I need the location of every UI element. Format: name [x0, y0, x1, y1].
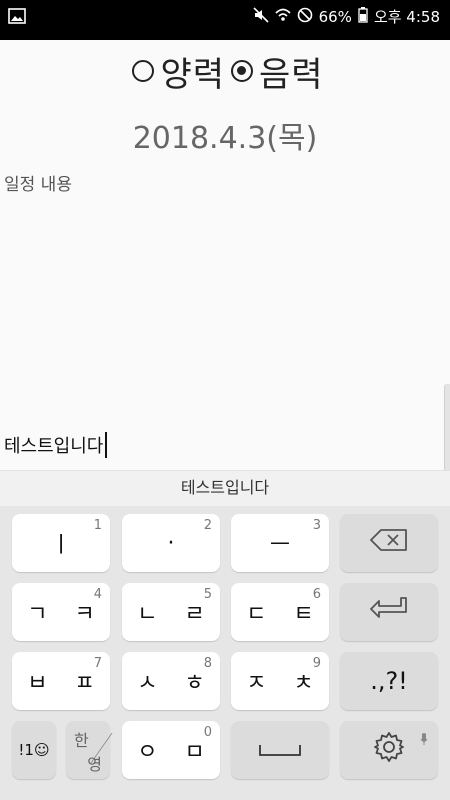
- key-dot[interactable]: · 2: [122, 514, 220, 572]
- key-number: 2: [203, 518, 212, 533]
- solar-option[interactable]: 양력: [126, 47, 225, 96]
- date-display[interactable]: 2018.4.3(목): [0, 113, 450, 157]
- key-b-p[interactable]: ㅂ ㅍ 7: [12, 652, 110, 710]
- key-number: 0: [203, 725, 212, 740]
- key-number: 4: [93, 587, 102, 602]
- key-number: 6: [312, 587, 321, 602]
- calendar-type-selector: 양력 음력: [0, 46, 450, 96]
- memo-text: 테스트입니다: [4, 436, 104, 457]
- key-label: ㅡ: [269, 533, 291, 558]
- space-icon: [258, 738, 302, 763]
- key-number: 3: [312, 518, 321, 533]
- suggestion-word[interactable]: 테스트입니다: [181, 478, 269, 497]
- gallery-icon: [8, 8, 26, 28]
- status-bar: 66% 오후 4:58: [0, 0, 450, 40]
- key-number: 9: [312, 656, 321, 671]
- battery-icon: [358, 6, 368, 27]
- enter-icon: [369, 595, 409, 629]
- key-i[interactable]: ㅣ 1: [12, 514, 110, 572]
- clock: 오후 4:58: [373, 8, 440, 26]
- backspace-icon: [369, 528, 409, 558]
- eng-label: 영: [87, 755, 102, 774]
- key-d-t[interactable]: ㄷ ㅌ 6: [231, 583, 329, 641]
- battery-percent: 66%: [318, 7, 352, 26]
- key-j-ch[interactable]: ㅈ ㅊ 9: [231, 652, 329, 710]
- key-label: .,?!: [370, 667, 408, 695]
- key-g-k[interactable]: ㄱ ㅋ 4: [12, 583, 110, 641]
- symbols-key[interactable]: !1☺: [12, 721, 56, 779]
- gear-icon: [372, 730, 406, 770]
- lunar-radio[interactable]: [231, 60, 253, 82]
- memo-input[interactable]: 테스트입니다: [4, 432, 108, 458]
- solar-label: 양력: [160, 54, 225, 95]
- key-number: 8: [203, 656, 212, 671]
- key-o-m[interactable]: ㅇ ㅁ 0: [122, 721, 220, 779]
- wifi-icon: [275, 7, 291, 27]
- settings-key[interactable]: [340, 721, 438, 779]
- space-key[interactable]: [231, 721, 329, 779]
- key-number: 5: [203, 587, 212, 602]
- memo-label: 일정 내용: [4, 175, 72, 195]
- key-n-r[interactable]: ㄴ ㄹ 5: [122, 583, 220, 641]
- enter-key[interactable]: [340, 583, 438, 641]
- lunar-label: 음력: [259, 54, 324, 95]
- key-eu[interactable]: ㅡ 3: [231, 514, 329, 572]
- key-label: ·: [167, 530, 175, 556]
- backspace-key[interactable]: [340, 514, 438, 572]
- key-number: 1: [93, 518, 102, 533]
- mute-icon: [253, 6, 269, 27]
- key-number: 7: [93, 656, 102, 671]
- lunar-option[interactable]: 음력: [225, 47, 324, 96]
- solar-radio[interactable]: [132, 60, 155, 82]
- language-key[interactable]: 한 영: [66, 721, 113, 779]
- do-not-disturb-icon: [297, 7, 313, 27]
- mic-icon: [420, 727, 428, 752]
- text-cursor: [105, 432, 108, 458]
- keyboard: ㅣ 1 · 2 ㅡ 3 ㄱ ㅋ 4 ㄴ ㄹ 5 ㄷ ㅌ 6 ㅂ ㅍ 7 ㅅ ㅎ …: [0, 506, 450, 800]
- punctuation-key[interactable]: .,?!: [340, 652, 438, 710]
- suggestion-bar[interactable]: 테스트입니다: [0, 470, 450, 506]
- key-label: ㅣ: [50, 533, 72, 558]
- key-s-h[interactable]: ㅅ ㅎ 8: [122, 652, 220, 710]
- key-label: !1☺: [18, 741, 50, 759]
